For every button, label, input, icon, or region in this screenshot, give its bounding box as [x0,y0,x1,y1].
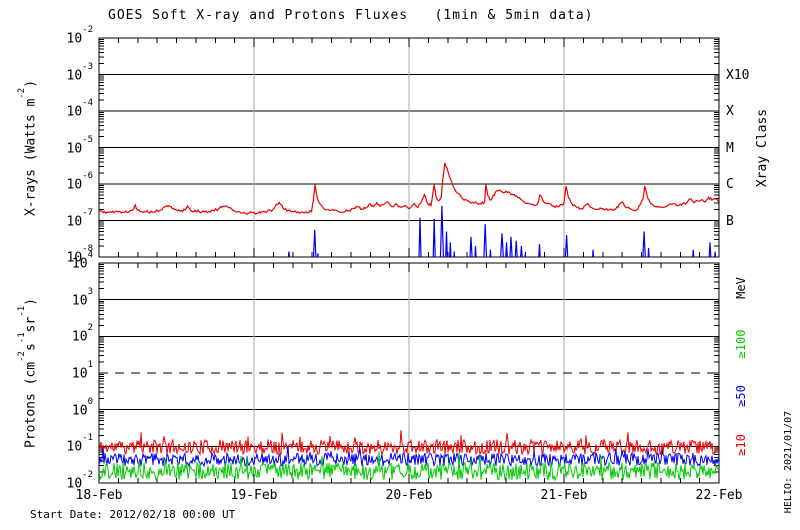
y-tick-label-xray: 10-2 [66,25,94,47]
start-date-label: Start Date: 2012/02/18 00:00 UT [30,508,236,521]
xray-class-label: C [726,177,734,192]
xray-class-axis-title: Xray Class [755,108,770,188]
xray-class-label: B [726,213,734,229]
xray-y-axis-title: X-rays (Watts m-2) [17,79,39,217]
proton-channel-label: ≥100 [734,329,748,359]
day-gridlines [253,38,565,483]
y-tick-label-proton: 10-1 [66,433,94,455]
proton-y-axis-title: Protons (cm-2s-1sr-1) [17,298,39,448]
xray-class-label: M [726,140,734,156]
x-tick-label: 19-Feb [230,488,278,503]
x-tick-label: 22-Feb [695,488,743,503]
x-tick-label: 20-Feb [385,488,433,503]
credit-label: HELIO: 2021/01/07 [783,410,794,514]
y-tick-label-proton: 101 [71,360,93,382]
y-tick-label-xray: 10-5 [66,134,94,156]
y-tick-label-proton: 102 [71,323,93,345]
y-tick-label-proton: 104 [71,250,93,272]
goes-flux-plot: GOES Soft X-ray and Protons Fluxes (1min… [0,0,800,530]
chart-title: GOES Soft X-ray and Protons Fluxes (1min… [108,8,594,23]
y-tick-label-xray: 10-4 [66,98,94,120]
mev-axis-title: MeV [734,277,748,299]
y-tick-label-proton: 100 [71,396,93,418]
proton-channel-label: ≥10 [734,434,748,456]
xray-class-label: X [726,104,734,119]
y-tick-label-xray: 10-3 [66,61,94,83]
y-tick-label-xray: 10-6 [66,171,94,193]
x-tick-label: 18-Feb [75,488,123,503]
y-tick-label-xray: 10-7 [66,207,94,229]
x-tick-label: 21-Feb [540,488,588,503]
y-tick-label-proton: 103 [71,286,93,308]
chart-canvas [98,37,720,484]
xray-class-label: X10 [726,67,750,83]
